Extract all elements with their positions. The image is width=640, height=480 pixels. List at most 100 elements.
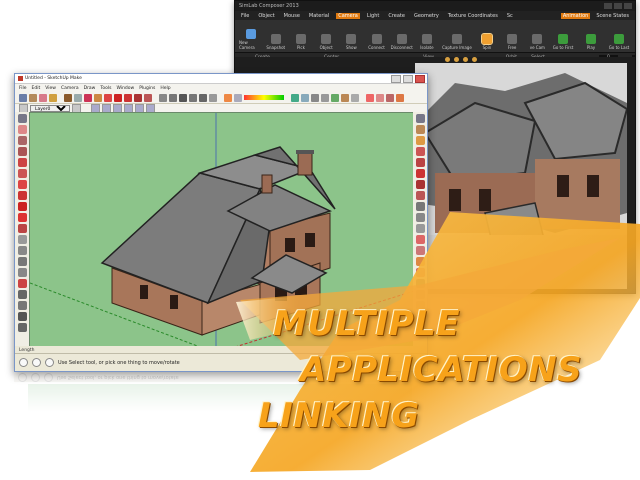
view-tool-icon[interactable]: [454, 56, 459, 62]
protractor-icon[interactable]: [17, 257, 27, 266]
polygon-icon[interactable]: [17, 169, 27, 178]
menu-draw[interactable]: Draw: [84, 86, 96, 91]
pick-button[interactable]: Pick: [289, 34, 312, 50]
maximize-icon[interactable]: [614, 3, 622, 9]
eraser-icon[interactable]: [17, 125, 27, 134]
circle-icon[interactable]: [17, 158, 27, 167]
maximize-icon[interactable]: [403, 74, 413, 83]
free-button[interactable]: Free: [501, 34, 524, 50]
offset-icon[interactable]: [17, 224, 27, 233]
orbit-icon[interactable]: [179, 93, 187, 102]
simlab-menu-material[interactable]: Material: [307, 13, 331, 19]
zoom-extents-icon[interactable]: [415, 279, 425, 288]
pencil-icon[interactable]: [17, 136, 27, 145]
zoom-extents-icon[interactable]: [209, 93, 217, 102]
isolate-button[interactable]: Isolate: [415, 34, 438, 50]
pencil-icon[interactable]: [64, 93, 72, 102]
simlab-menu-texture-coordinates[interactable]: Texture Coordinates: [446, 13, 500, 19]
simlab-menu-light[interactable]: Light: [365, 13, 381, 19]
go-to-last-button[interactable]: Go to Last: [607, 34, 631, 50]
follow-me-icon[interactable]: [17, 191, 27, 200]
textured-icon[interactable]: [341, 93, 349, 102]
select-arrow-icon[interactable]: [415, 114, 425, 123]
zoom-icon[interactable]: [199, 93, 207, 102]
object-button[interactable]: Object: [315, 34, 338, 50]
simlab-menu-camera[interactable]: Camera: [336, 12, 360, 19]
warehouse-icon[interactable]: [396, 93, 404, 102]
zoom-window-icon[interactable]: [17, 323, 27, 332]
eraser-icon[interactable]: [39, 93, 47, 102]
play-button[interactable]: Play: [579, 34, 603, 50]
freehand-icon[interactable]: [415, 158, 425, 167]
intersect-icon[interactable]: [415, 191, 425, 200]
tape-measure-icon[interactable]: [159, 93, 167, 102]
text-icon[interactable]: [169, 93, 177, 102]
disconnect-button[interactable]: Disconnect: [390, 34, 413, 50]
position-camera-icon[interactable]: [415, 224, 425, 233]
menu-window[interactable]: Window: [116, 86, 134, 91]
look-around-icon[interactable]: [415, 213, 425, 222]
view-tool-icon[interactable]: [472, 56, 477, 62]
tab-scene-states[interactable]: Scene States: [596, 13, 629, 19]
simlab-3d-view[interactable]: [415, 63, 629, 289]
menu-help[interactable]: Help: [160, 86, 170, 91]
circle-icon[interactable]: [84, 93, 92, 102]
connect-button[interactable]: Connect: [365, 34, 388, 50]
extension-icon[interactable]: [415, 268, 425, 277]
simlab-menu-file[interactable]: File: [239, 13, 251, 19]
sandbox-icon[interactable]: [386, 93, 394, 102]
menu-edit[interactable]: Edit: [32, 86, 41, 91]
rectangle-icon[interactable]: [17, 147, 27, 156]
push-pull-icon[interactable]: [104, 93, 112, 102]
rectangle-icon[interactable]: [74, 93, 82, 102]
shadow-slider[interactable]: [244, 95, 284, 100]
simlab-menu-scene[interactable]: Sc: [505, 13, 515, 19]
shadow-icon[interactable]: [224, 93, 232, 102]
orbit-icon[interactable]: [17, 290, 27, 299]
sandbox-icon[interactable]: [415, 246, 425, 255]
warehouse-icon[interactable]: [415, 257, 425, 266]
move-icon[interactable]: [17, 202, 27, 211]
zoom-icon[interactable]: [17, 312, 27, 321]
menu-plugins[interactable]: Plugins: [139, 86, 155, 91]
paint-bucket-icon[interactable]: [415, 136, 425, 145]
layer-select[interactable]: Layer0: [30, 105, 70, 112]
spin-button[interactable]: Spin: [475, 33, 498, 50]
simlab-menu-geometry[interactable]: Geometry: [412, 13, 441, 19]
scale-icon[interactable]: [134, 93, 142, 102]
move-camera-button[interactable]: ve Cam: [526, 34, 549, 50]
simlab-menu-mouse[interactable]: Mouse: [282, 13, 302, 19]
dimension-icon[interactable]: [17, 246, 27, 255]
select-arrow-icon[interactable]: [17, 114, 27, 123]
fog-icon[interactable]: [234, 93, 242, 102]
pan-icon[interactable]: [189, 93, 197, 102]
menu-file[interactable]: File: [19, 86, 27, 91]
pan-icon[interactable]: [17, 301, 27, 310]
close-icon[interactable]: [624, 3, 632, 9]
wireframe-icon[interactable]: [311, 93, 319, 102]
simlab-menu-create[interactable]: Create: [386, 13, 407, 19]
menu-camera[interactable]: Camera: [61, 86, 79, 91]
help-icon[interactable]: [45, 358, 54, 367]
component-icon[interactable]: [415, 125, 425, 134]
hidden-line-icon[interactable]: [321, 93, 329, 102]
go-to-first-button[interactable]: Go to First: [551, 34, 575, 50]
geo-location-icon[interactable]: [19, 358, 28, 367]
push-pull-icon[interactable]: [17, 180, 27, 189]
view-tool-icon[interactable]: [463, 56, 468, 62]
rotate-icon[interactable]: [124, 93, 132, 102]
style-icon[interactable]: [291, 93, 299, 102]
view-tool-icon[interactable]: [445, 56, 450, 62]
capture-image-button[interactable]: Capture Image: [441, 34, 474, 50]
arc-icon[interactable]: [94, 93, 102, 102]
show-button[interactable]: Show: [340, 34, 363, 50]
shaded-icon[interactable]: [331, 93, 339, 102]
section-plane-icon[interactable]: [366, 93, 374, 102]
previous-view-icon[interactable]: [415, 290, 425, 299]
monochrome-icon[interactable]: [351, 93, 359, 102]
menu-tools[interactable]: Tools: [100, 86, 111, 91]
component-icon[interactable]: [29, 93, 37, 102]
tape-measure-icon[interactable]: [17, 235, 27, 244]
close-icon[interactable]: [415, 74, 425, 83]
push-pull-icon[interactable]: [415, 169, 425, 178]
